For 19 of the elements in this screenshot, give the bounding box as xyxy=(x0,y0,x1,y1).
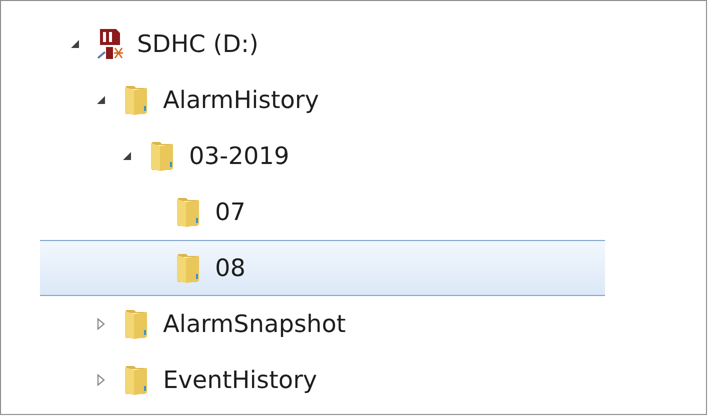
tree-item[interactable]: EventHistory xyxy=(40,352,605,408)
tree-item[interactable]: 07 xyxy=(40,184,605,240)
expand-arrow-icon[interactable] xyxy=(95,318,107,330)
expand-arrow-icon[interactable] xyxy=(95,374,107,386)
folder-icon xyxy=(123,364,149,396)
folder-icon xyxy=(175,196,201,228)
collapse-arrow-icon[interactable] xyxy=(95,94,107,106)
tree-item[interactable]: AlarmSnapshot xyxy=(40,296,605,352)
folder-icon xyxy=(175,252,201,284)
collapse-arrow-icon[interactable] xyxy=(121,150,133,162)
tree-item[interactable]: AlarmHistory xyxy=(40,72,605,128)
tree-item[interactable]: SDHC (D:) xyxy=(40,16,605,72)
collapse-arrow-icon[interactable] xyxy=(69,38,81,50)
tree-item[interactable]: 03-2019 xyxy=(40,128,605,184)
folder-icon xyxy=(123,84,149,116)
folder-icon xyxy=(123,308,149,340)
folder-icon xyxy=(149,140,175,172)
tree-item[interactable]: 08 xyxy=(40,240,605,296)
sd-card-icon xyxy=(97,28,123,60)
